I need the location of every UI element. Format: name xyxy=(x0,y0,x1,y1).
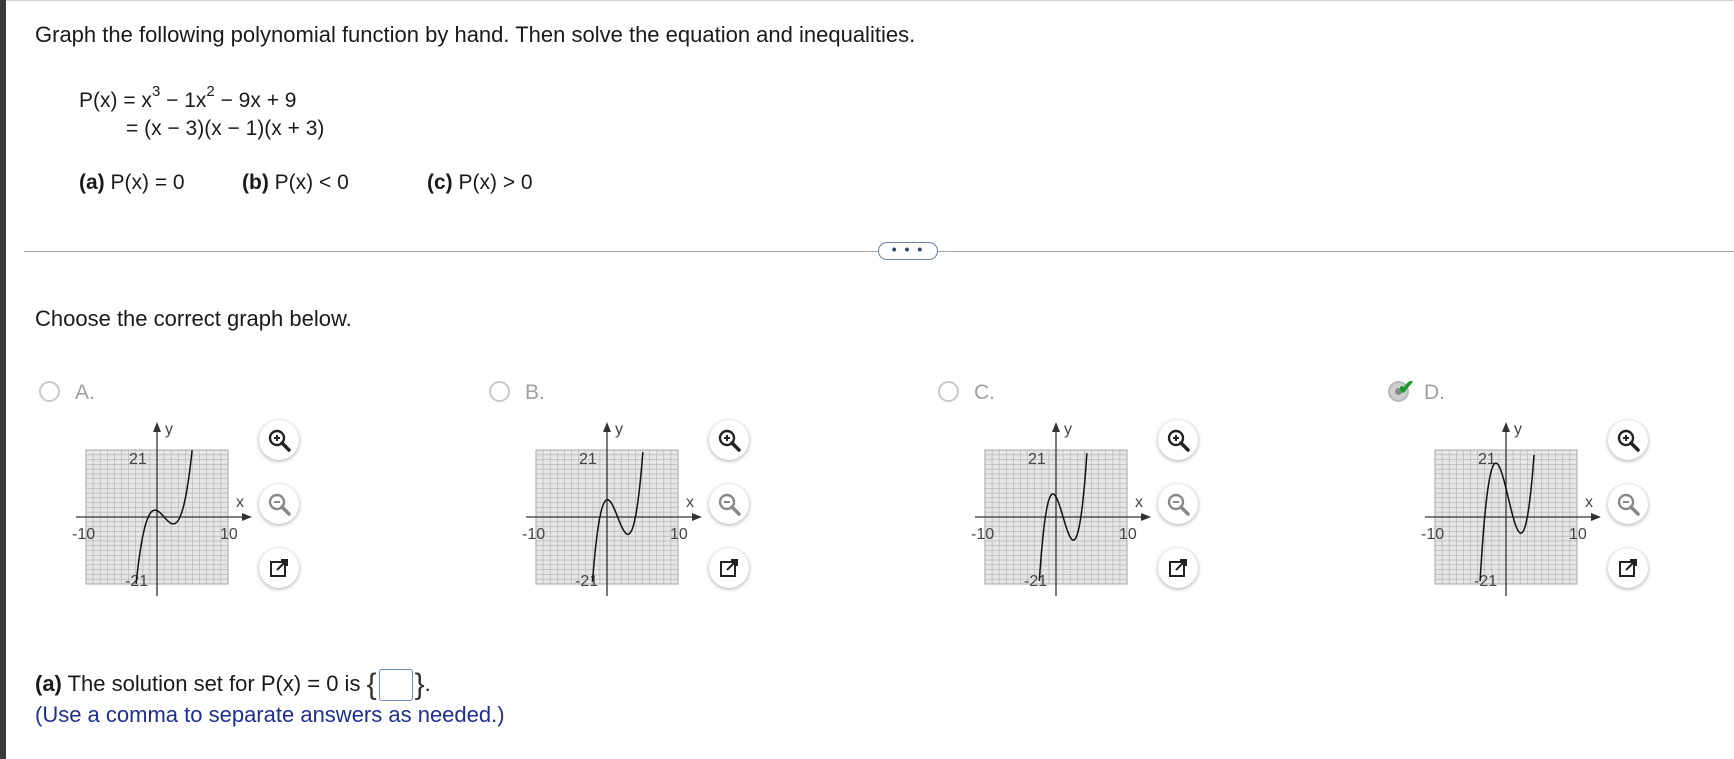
y-axis-label: y xyxy=(1064,421,1072,438)
zoom-out-icon xyxy=(266,491,292,517)
zoom-in-icon xyxy=(1165,427,1191,453)
part-b-text: P(x) < 0 xyxy=(268,171,349,194)
y-axis-arrow-icon xyxy=(603,422,611,432)
part-b-label: (b) xyxy=(242,171,269,194)
part-c-label: (c) xyxy=(427,171,453,194)
correct-check-icon: ✔ xyxy=(1398,377,1415,399)
equation-part: P(x) = x xyxy=(79,89,152,112)
open-window-button[interactable] xyxy=(259,548,299,588)
option-c-radio[interactable] xyxy=(938,381,959,402)
y-max-label: 21 xyxy=(1028,451,1046,468)
option-a-radio[interactable] xyxy=(39,381,60,402)
open-new-window-icon xyxy=(267,556,291,580)
question-a-label: (a) xyxy=(35,670,62,696)
period: . xyxy=(424,670,431,696)
y-min-label: -21 xyxy=(1474,573,1497,590)
zoom-out-icon xyxy=(1615,491,1641,517)
x-min-label: -10 xyxy=(72,526,95,543)
x-axis-label: x xyxy=(236,494,244,511)
graph-svg: y x 21 -21 -10 10 xyxy=(971,421,1151,596)
option-a-label: A. xyxy=(75,381,95,404)
x-min-label: -10 xyxy=(1421,526,1444,543)
x-axis-label: x xyxy=(686,494,694,511)
y-axis-label: y xyxy=(615,421,623,438)
zoom-out-button[interactable] xyxy=(259,484,299,524)
open-window-button[interactable] xyxy=(1608,548,1648,588)
x-axis-arrow-icon xyxy=(1591,513,1601,521)
equation-line-1: P(x) = x3 − 1x2 − 9x + 9 xyxy=(79,83,297,113)
brace-open: { xyxy=(366,668,377,701)
zoom-out-button[interactable] xyxy=(1158,484,1198,524)
equation-part: − 9x + 9 xyxy=(214,89,297,112)
part-a-text: P(x) = 0 xyxy=(104,171,185,194)
zoom-out-button[interactable] xyxy=(1608,484,1648,524)
x-max-label: 10 xyxy=(220,526,238,543)
zoom-in-icon xyxy=(716,427,742,453)
part-c-text: P(x) > 0 xyxy=(452,171,533,194)
option-b-label: B. xyxy=(525,381,545,404)
x-max-label: 10 xyxy=(670,526,688,543)
left-edge-bar xyxy=(0,0,6,759)
question-a-text: The solution set for P(x) = 0 is xyxy=(61,670,367,696)
x-min-label: -10 xyxy=(522,526,545,543)
x-max-label: 10 xyxy=(1119,526,1137,543)
zoom-out-icon xyxy=(1165,491,1191,517)
part-a-label: (a) xyxy=(79,171,105,194)
equation-line-2: = (x − 3)(x − 1)(x + 3) xyxy=(126,117,325,140)
exponent-2: 2 xyxy=(206,83,215,100)
zoom-in-button[interactable] xyxy=(709,420,749,460)
graph-d[interactable]: y x 21 -21 -10 10 xyxy=(1415,420,1605,606)
y-axis-arrow-icon xyxy=(1502,422,1510,432)
open-new-window-icon xyxy=(1166,556,1190,580)
answer-input[interactable] xyxy=(378,669,413,701)
y-axis-label: y xyxy=(1514,421,1522,438)
zoom-in-button[interactable] xyxy=(259,420,299,460)
y-axis-label: y xyxy=(165,421,173,438)
y-min-label: -21 xyxy=(575,573,598,590)
part-a: (a) P(x) = 0 xyxy=(79,171,185,195)
x-min-label: -10 xyxy=(971,526,994,543)
part-c: (c) P(x) > 0 xyxy=(427,171,533,195)
exponent-3: 3 xyxy=(151,83,161,100)
option-d-label: D. xyxy=(1424,381,1445,404)
graph-b[interactable]: y x 21 -21 -10 10 xyxy=(516,420,706,606)
open-window-button[interactable] xyxy=(1158,548,1198,588)
question-a: (a) The solution set for P(x) = 0 is {}. xyxy=(35,668,431,702)
zoom-in-button[interactable] xyxy=(1158,420,1198,460)
y-max-label: 21 xyxy=(129,451,147,468)
y-axis-arrow-icon xyxy=(153,422,161,432)
graph-svg: yx21-21-10 10 xyxy=(1421,421,1601,596)
zoom-in-icon xyxy=(1615,427,1641,453)
zoom-out-button[interactable] xyxy=(709,484,749,524)
y-max-label: 21 xyxy=(579,451,597,468)
open-new-window-icon xyxy=(717,556,741,580)
choose-prompt: Choose the correct graph below. xyxy=(35,306,352,331)
top-border xyxy=(6,0,1734,1)
x-axis-arrow-icon xyxy=(1141,513,1151,521)
x-axis-label: x xyxy=(1585,494,1593,511)
open-window-button[interactable] xyxy=(709,548,749,588)
y-axis-arrow-icon xyxy=(1052,422,1060,432)
graph-a[interactable]: y x 21 -21 -10 10 xyxy=(66,420,256,606)
equation-part: − 1x xyxy=(160,89,207,112)
graph-svg: yx21-21-10 10 xyxy=(72,421,252,596)
instruction-text: Graph the following polynomial function … xyxy=(35,22,916,47)
graph-c[interactable]: y x 21 -21 -10 10 xyxy=(965,420,1155,606)
zoom-in-button[interactable] xyxy=(1608,420,1648,460)
zoom-in-icon xyxy=(266,427,292,453)
x-axis-label: x xyxy=(1135,494,1143,511)
option-b-radio[interactable] xyxy=(489,381,510,402)
x-max-label: 10 xyxy=(1569,526,1587,543)
brace-close: } xyxy=(414,668,425,701)
x-axis-arrow-icon xyxy=(692,513,702,521)
x-axis-arrow-icon xyxy=(242,513,252,521)
y-min-label: -21 xyxy=(1024,573,1047,590)
zoom-out-icon xyxy=(716,491,742,517)
open-new-window-icon xyxy=(1616,556,1640,580)
part-b: (b) P(x) < 0 xyxy=(242,171,349,195)
option-c-label: C. xyxy=(974,381,995,404)
graph-svg: y x 21 -21 -10 10 xyxy=(522,421,702,596)
hint-text: (Use a comma to separate answers as need… xyxy=(35,702,505,727)
more-button[interactable]: • • • xyxy=(878,242,938,260)
